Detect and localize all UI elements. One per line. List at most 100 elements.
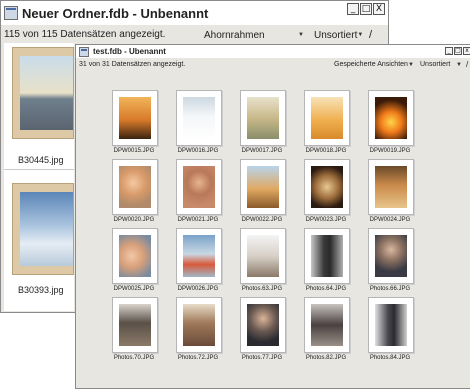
thumbnail-frame[interactable] — [12, 47, 74, 139]
thumbnail-frame — [368, 90, 414, 146]
sort-direction-button[interactable]: / — [369, 28, 379, 42]
maximize-button[interactable]: □ — [360, 3, 372, 15]
record-count-text: 115 von 115 Datensätzen angezeigt. — [4, 28, 166, 40]
sort-direction-glyph: / — [369, 29, 373, 41]
sort-select[interactable]: Unsortiert ▼ — [420, 59, 462, 70]
thumbnail-filename: Photos.77.JPG — [241, 355, 283, 361]
child-portrait-photo-icon — [119, 166, 151, 208]
thumbnail-frame — [176, 159, 222, 215]
sky-clouds-photo-icon — [20, 192, 73, 266]
sort-select[interactable]: Unsortiert ▼ — [314, 28, 364, 42]
front-window-title: test.fdb - Ubenannt — [93, 47, 166, 56]
thumbnail-cell[interactable]: DPW0023.JPG — [294, 159, 358, 229]
sort-direction-glyph: / — [466, 60, 469, 69]
children-faces-photo-icon — [119, 235, 151, 277]
chevron-down-icon: ▼ — [357, 32, 364, 38]
minimize-button[interactable]: _ — [445, 47, 453, 55]
thumbnail-cell[interactable]: Photos.63.JPG — [230, 228, 294, 298]
thumbnail-frame — [176, 297, 222, 353]
sort-select-value: Unsortiert — [314, 29, 358, 41]
thumbnail-cell[interactable]: DPW0025.JPG — [102, 228, 166, 298]
thumbnail-filename: DPW0022.JPG — [241, 217, 283, 223]
thumbnail-filename: Photos.66.JPG — [369, 286, 411, 292]
thumbnail-frame — [176, 228, 222, 284]
thumbnail-filename: DPW0015.JPG — [113, 148, 155, 154]
thumbnail-frame — [240, 90, 286, 146]
fire-photo-icon — [375, 97, 407, 139]
business-meeting-photo-icon — [247, 235, 279, 277]
back-window-title: Neuer Ordner.fdb - Unbenannt — [22, 5, 209, 21]
thumbnail-filename: DPW0021.JPG — [177, 217, 219, 223]
iced-tea-photo-icon — [247, 166, 279, 208]
thumbnail-frame — [368, 159, 414, 215]
thumbnail-cell[interactable]: DPW0020.JPG — [102, 159, 166, 229]
milk-glass-photo-icon — [183, 97, 215, 139]
saved-views-value: Gespeicherte Ansichten — [334, 61, 408, 68]
orange-drink-photo-icon — [311, 97, 343, 139]
thumbnail-cell[interactable]: Photos.70.JPG — [102, 297, 166, 367]
thumbnail-frame — [240, 297, 286, 353]
thumbnail-cell[interactable]: DPW0021.JPG — [166, 159, 230, 229]
thumbnail-cell[interactable]: DPW0019.JPG — [358, 90, 422, 160]
divider — [4, 169, 74, 170]
maximize-button[interactable]: □ — [454, 47, 462, 55]
thumbnail-cell[interactable]: DPW0022.JPG — [230, 159, 294, 229]
saved-views-select[interactable]: Gespeicherte Ansichten ▼ — [334, 59, 414, 70]
businessman-photo-icon — [247, 304, 279, 346]
minimize-button[interactable]: _ — [347, 3, 359, 15]
record-count-text: 31 von 31 Datensätzen angezeigt. — [79, 61, 186, 68]
thumbnail-filename: DPW0019.JPG — [369, 148, 411, 154]
thumbnail-filename: B30393.jpg — [18, 285, 64, 295]
sunset-palms-photo-icon — [119, 97, 151, 139]
database-icon — [4, 6, 18, 20]
thumbnail-frame — [240, 159, 286, 215]
thumbnail-cell[interactable]: DPW0015.JPG — [102, 90, 166, 160]
thumbnail-cell[interactable]: Photos.77.JPG — [230, 297, 294, 367]
thumbnail-filename: B30445.jpg — [18, 155, 64, 165]
thumbnail-cell[interactable]: DPW0016.JPG — [166, 90, 230, 160]
close-button[interactable]: X — [373, 3, 385, 15]
thumbnail-filename: Photos.82.JPG — [305, 355, 347, 361]
man-reading-photo-icon — [183, 304, 215, 346]
thumbnail-filename: Photos.70.JPG — [113, 355, 155, 361]
thumbnail-frame — [240, 228, 286, 284]
thumbnail-filename: Photos.64.JPG — [305, 286, 347, 292]
frame-select-value: Ahornrahmen — [204, 29, 265, 41]
thumbnail-frame — [304, 159, 350, 215]
thumbnail-frame — [304, 90, 350, 146]
front-title-bar[interactable]: test.fdb - Ubenannt _ □ x — [76, 45, 470, 58]
front-window: test.fdb - Ubenannt _ □ x 31 von 31 Date… — [75, 44, 470, 389]
thumbnail-cell[interactable]: Photos.84.JPG — [358, 297, 422, 367]
back-title-bar[interactable]: Neuer Ordner.fdb - Unbenannt _ □ X — [1, 1, 388, 25]
thumbnail-cell[interactable]: Photos.64.JPG — [294, 228, 358, 298]
thumbnail-filename: DPW0024.JPG — [369, 217, 411, 223]
chevron-down-icon: ▼ — [298, 32, 304, 38]
thumbnail-cell[interactable]: Photos.82.JPG — [294, 297, 358, 367]
thumbnail-filename: DPW0016.JPG — [177, 148, 219, 154]
woman-laptop-photo-icon — [311, 304, 343, 346]
sort-direction-button[interactable]: / — [466, 59, 470, 70]
thumbnail-cell[interactable]: Photos.66.JPG — [358, 228, 422, 298]
thumbnail-cell[interactable]: DPW0026.JPG — [166, 228, 230, 298]
thumbnail-frame — [112, 90, 158, 146]
database-icon — [79, 46, 89, 57]
office-desk-photo-icon — [119, 304, 151, 346]
thumbnail-filename: DPW0017.JPG — [241, 148, 283, 154]
man-portrait-photo-icon — [375, 235, 407, 277]
cocktail-glass-photo-icon — [247, 97, 279, 139]
sort-select-value: Unsortiert — [420, 61, 451, 68]
frame-select[interactable]: Ahornrahmen ▼ — [204, 28, 304, 42]
thumbnail-frame[interactable] — [12, 183, 74, 275]
thumbnail-filename: Photos.63.JPG — [241, 286, 283, 292]
thumbnail-filename: DPW0025.JPG — [113, 286, 155, 292]
thumbnail-cell[interactable]: DPW0018.JPG — [294, 90, 358, 160]
thumbnail-frame — [304, 228, 350, 284]
close-button[interactable]: x — [463, 47, 470, 55]
chevron-down-icon: ▼ — [456, 61, 462, 68]
pastry-photo-icon — [375, 166, 407, 208]
man-standing-photo-icon — [311, 235, 343, 277]
thumbnail-filename: DPW0023.JPG — [305, 217, 347, 223]
thumbnail-cell[interactable]: Photos.72.JPG — [166, 297, 230, 367]
thumbnail-cell[interactable]: DPW0017.JPG — [230, 90, 294, 160]
thumbnail-cell[interactable]: DPW0024.JPG — [358, 159, 422, 229]
